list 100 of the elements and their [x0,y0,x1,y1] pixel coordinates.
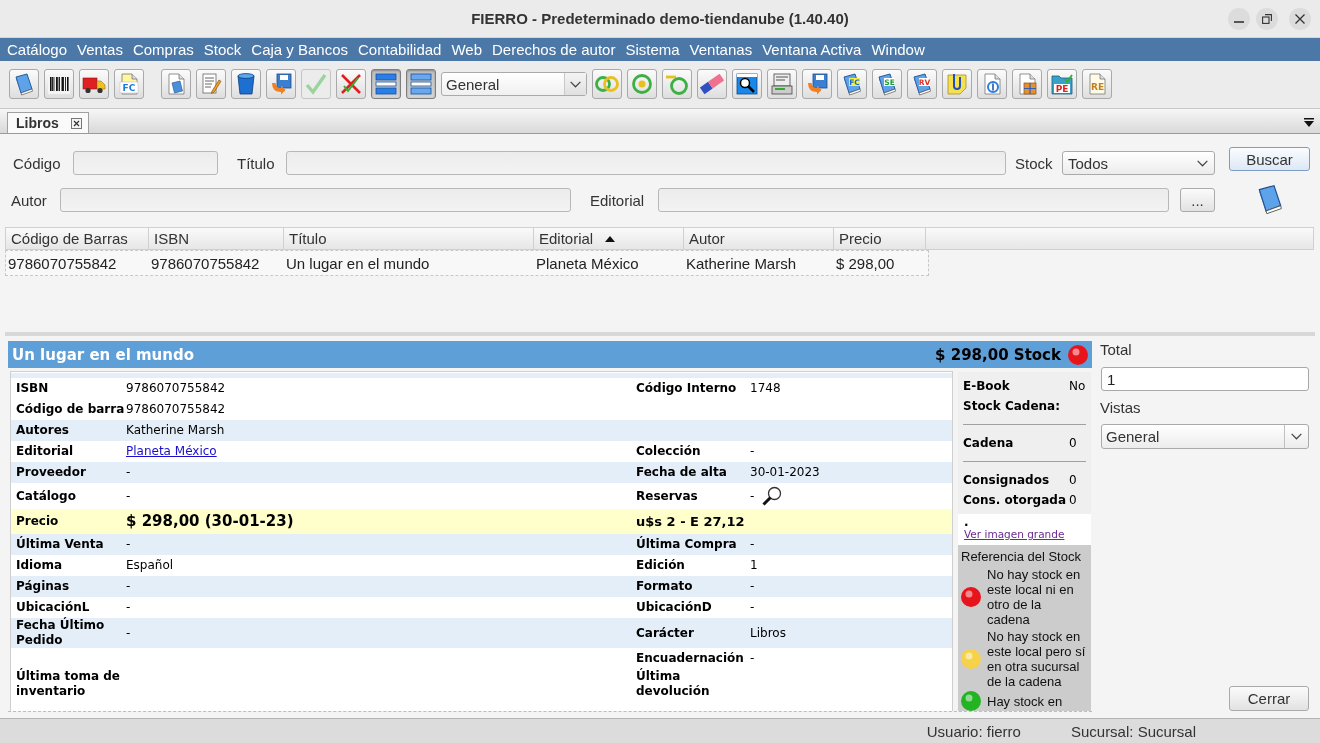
field-value: - [750,651,755,666]
field-label: Autor [11,191,48,209]
stock-select[interactable]: Todos [1062,151,1215,175]
list-icon [374,72,398,96]
stock-label: Stock Cadena: [963,399,1061,413]
eraser-icon [700,72,724,96]
field-value: 9786070755842 [126,402,226,417]
column-header[interactable]: Precio [834,228,926,249]
menu-item[interactable]: Stock [198,41,247,58]
field-label: Encuadernación [636,651,744,666]
menu-item[interactable]: Catálogo [2,41,73,58]
menu-item[interactable]: Contabilidad [353,41,447,58]
close-dialog-button[interactable]: Cerrar [1229,686,1309,711]
stock-value: 0 [1069,493,1078,507]
menu-item[interactable]: Compras [127,41,199,58]
table-cell: $ 298,00 [836,254,895,272]
minimize-icon [1234,20,1244,23]
column-header[interactable]: Código de Barras [6,228,149,249]
publisher-link[interactable]: Planeta México [126,444,217,459]
legend-text: No hay stock en este local ni en otro de la cadena [987,567,1082,627]
field-label: Última devolución [636,669,711,699]
price-value: $ 298,00 (30-01-23) [126,514,294,529]
dot-text: . [964,517,969,527]
field-value: 1 [750,558,758,573]
toolbar-button[interactable] [44,69,74,99]
toolbar-button[interactable] [942,69,972,99]
column-header[interactable]: Editorial [534,228,684,249]
menu-item[interactable]: Web [446,41,487,58]
author-input[interactable] [60,188,571,212]
field-value: - [750,600,755,615]
field-label: Editorial [16,444,74,459]
window-title: FIERRO - Predeterminado demo-tiendanube (1.40.40) [471,10,849,27]
field-label: Código Interno [636,381,737,396]
clip-icon [945,72,969,96]
stock-label: Cons. otorgada [963,493,1067,507]
table-row[interactable]: 9786070755842 9786070755842 Un lugar en el mundo Planeta México Katherine Marsh $ 298,00 [5,250,929,276]
save-icon [269,72,293,96]
tab[interactable]: Libros [7,112,89,133]
field-label: UbicaciónL [16,600,90,615]
menu-item[interactable]: Caja y Bancos [246,41,353,58]
table-cell: Un lugar en el mundo [286,254,430,272]
field-label: Precio [16,514,59,529]
field-value: 30-01-2023 [750,465,820,480]
field-value: - [126,465,131,480]
menu-item[interactable]: Ventana Activa [757,41,867,58]
field-value: - [126,625,131,641]
column-header[interactable]: Autor [684,228,834,249]
save-icon [805,72,829,96]
field-label: Colección [636,444,701,459]
stock-label: E-Book [963,379,1011,393]
toolbar-button[interactable] [697,69,727,99]
field-label: Carácter [636,625,694,641]
field-value: - [126,537,131,552]
field-value: - [750,537,755,552]
total-input[interactable]: 1 [1101,367,1309,391]
dropdown-icon[interactable] [1304,118,1314,127]
close-button[interactable] [1289,7,1311,30]
field-label: Proveedor [16,465,86,480]
toolbar-button[interactable] [79,69,109,99]
code-input[interactable] [73,151,218,175]
chevron-icon [1197,159,1208,167]
menu-item[interactable]: Sistema [620,41,685,58]
close-icon [1295,13,1305,24]
views-select[interactable]: General [1101,424,1309,449]
column-header[interactable]: Título [284,228,534,249]
search-button[interactable]: Buscar [1229,147,1310,171]
cross-icon [339,72,363,96]
check-icon [304,72,328,96]
publisher-input[interactable] [658,188,1169,212]
toolbar-button[interactable] [231,69,261,99]
image-link[interactable]: Ver imagen grande [964,527,1065,541]
menu-item[interactable]: Window [866,41,930,58]
field-label: Catálogo [16,488,76,504]
menu-item[interactable]: Derechos de autor [487,41,621,58]
menu-item[interactable]: Ventas [72,41,128,58]
stock-label: Consignados [963,473,1051,487]
table-cell: Katherine Marsh [686,254,797,272]
list-icon [409,72,433,96]
menu-item[interactable]: Ventanas [684,41,758,58]
field-label: Idioma [16,558,62,573]
restore-icon [1262,13,1272,24]
view-select[interactable]: General [441,72,587,96]
minimize-button[interactable] [1228,7,1250,30]
chevron-icon [570,80,581,88]
field-label: u$s 2 - E 27,12 [636,514,745,529]
column-header[interactable]: ISBN [149,228,284,249]
search-icon [735,72,759,96]
close-icon[interactable] [70,117,82,129]
stock-label: Cadena [963,436,1015,450]
stock-value: No [1069,379,1086,393]
ring-icon [630,72,654,96]
restore-button[interactable] [1256,7,1278,30]
toolbar-button[interactable] [732,69,762,99]
printer-icon [770,72,794,96]
browse-button[interactable]: ... [1180,188,1215,212]
stock-value: 0 [1069,436,1078,450]
search-icon[interactable] [762,486,783,506]
title-input[interactable] [286,151,1006,175]
field-label: UbicaciónD [636,600,712,615]
table-cell: 9786070755842 [8,254,117,272]
